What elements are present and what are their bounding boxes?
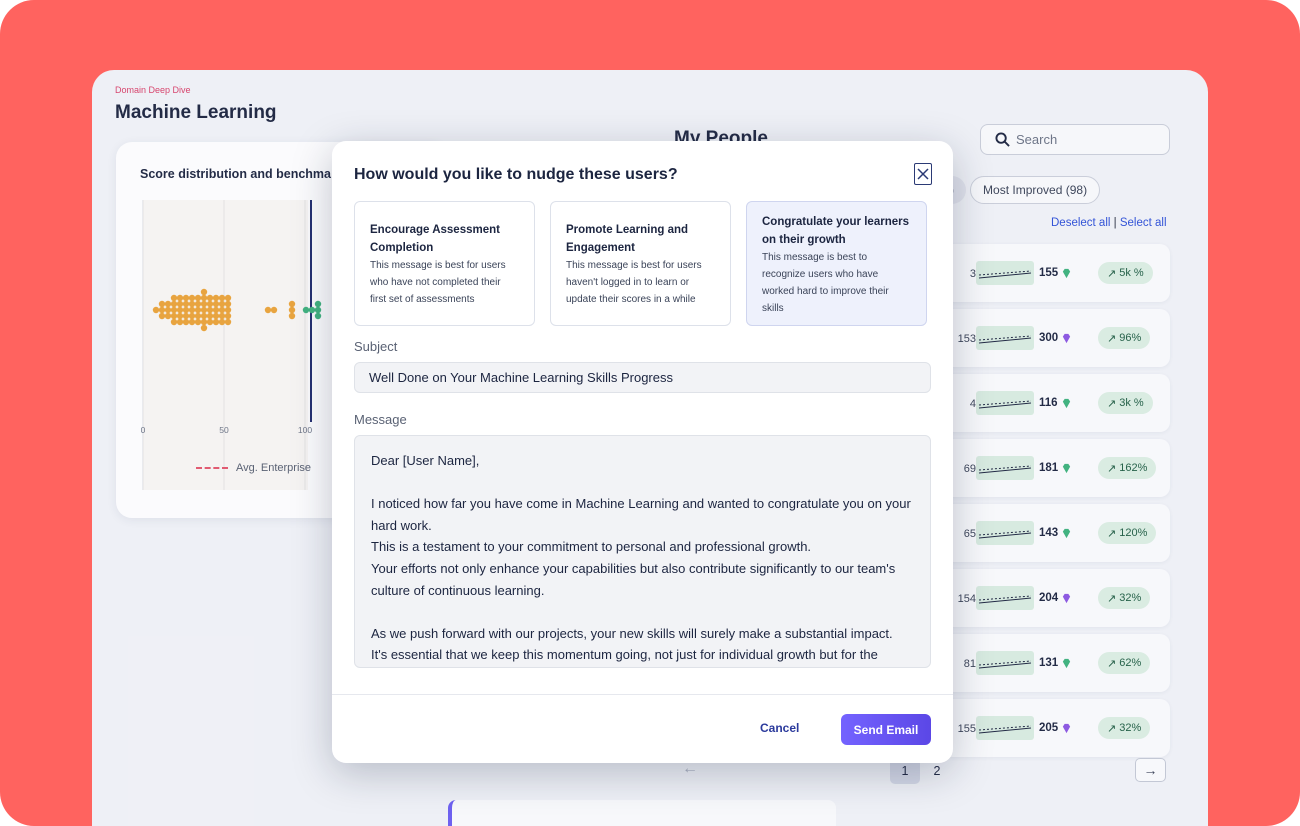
footer-divider <box>332 694 953 695</box>
nudge-options: Encourage Assessment Completion This mes… <box>354 201 927 326</box>
message-label: Message <box>354 412 407 427</box>
message-line: It's essential that we keep this momentu… <box>371 647 878 663</box>
option-description: This message is best for users who have … <box>370 260 506 305</box>
message-line: Dear [User Name], <box>371 453 480 468</box>
send-email-button[interactable]: Send Email <box>841 714 931 745</box>
message-field[interactable]: Dear [User Name], I noticed how far you … <box>354 435 931 668</box>
option-card-assessment[interactable]: Encourage Assessment Completion This mes… <box>354 201 535 326</box>
message-line: This is a testament to your commitment t… <box>371 539 812 555</box>
cancel-button[interactable]: Cancel <box>760 721 799 735</box>
modal-title: How would you like to nudge these users? <box>354 166 678 183</box>
message-line: I noticed how far you have come in Machi… <box>371 496 911 533</box>
close-icon <box>917 168 929 180</box>
option-card-learning[interactable]: Promote Learning and Engagement This mes… <box>550 201 731 326</box>
subject-label: Subject <box>354 339 398 354</box>
nudge-modal: How would you like to nudge these users?… <box>332 141 953 763</box>
option-description: This message is best to recognize users … <box>762 252 889 314</box>
option-title: Encourage Assessment Completion <box>370 224 500 254</box>
option-card-congratulate[interactable]: Congratulate your learners on their grow… <box>746 201 927 326</box>
close-button[interactable] <box>914 163 932 185</box>
option-description: This message is best for users haven't l… <box>566 260 702 305</box>
subject-field[interactable]: Well Done on Your Machine Learning Skill… <box>354 362 931 393</box>
option-title: Congratulate your learners on their grow… <box>762 216 909 246</box>
message-line: Your efforts not only enhance your capab… <box>371 560 896 598</box>
message-line: As we push forward with our projects, yo… <box>371 625 893 641</box>
option-title: Promote Learning and Engagement <box>566 224 689 254</box>
